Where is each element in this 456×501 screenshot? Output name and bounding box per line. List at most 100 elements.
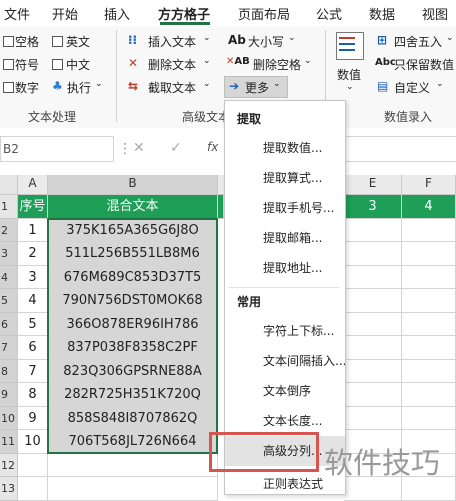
mixed-text-cell[interactable]: 375K165A365G6J8O xyxy=(48,218,218,242)
empty-cell[interactable] xyxy=(344,242,402,266)
mixed-text-cell[interactable]: 676M689C853D37T5 xyxy=(48,265,218,289)
header-cell-f[interactable]: 4 xyxy=(402,195,456,219)
row-header[interactable]: 9 xyxy=(0,383,18,407)
mixed-text-cell[interactable]: 366O878ER96IH786 xyxy=(48,312,218,336)
index-cell[interactable]: 2 xyxy=(18,242,48,266)
insert-function-icon[interactable]: fx xyxy=(207,140,218,154)
chevron-down-icon[interactable]: ⌄ xyxy=(203,33,211,43)
space-checkbox[interactable] xyxy=(3,36,14,47)
row-header[interactable]: 4 xyxy=(0,265,18,289)
numeric-button[interactable]: 数值 xyxy=(337,66,361,83)
insert-text-button[interactable]: 插入文本 xyxy=(148,33,196,50)
row-header[interactable]: 11 xyxy=(0,430,18,454)
mixed-text-cell[interactable]: 823Q306GPSRNE88A xyxy=(48,359,218,383)
index-cell[interactable]: 6 xyxy=(18,336,48,360)
select-all-corner[interactable] xyxy=(0,175,18,195)
tab-view[interactable]: 视图 xyxy=(422,4,448,23)
menu-item-extract-number[interactable]: 提取数值... xyxy=(225,133,345,163)
chevron-down-icon[interactable]: ⌄ xyxy=(288,33,296,43)
column-header-e[interactable]: E xyxy=(344,175,402,195)
row-header[interactable]: 7 xyxy=(0,336,18,360)
cancel-icon[interactable]: ✕ xyxy=(133,140,145,156)
tab-insert[interactable]: 插入 xyxy=(104,4,130,23)
empty-cell[interactable] xyxy=(402,289,456,313)
chevron-down-icon[interactable]: ⌄ xyxy=(304,56,312,66)
column-header-b[interactable]: B xyxy=(48,175,218,195)
chevron-down-icon[interactable]: ⌄ xyxy=(203,56,211,66)
empty-cell[interactable] xyxy=(344,265,402,289)
index-cell[interactable]: 7 xyxy=(18,359,48,383)
index-cell[interactable]: 5 xyxy=(18,312,48,336)
row-header[interactable]: 8 xyxy=(0,359,18,383)
more-button[interactable]: ➔ 更多 ⌄ xyxy=(224,76,288,98)
name-box[interactable]: B2 xyxy=(0,136,114,162)
empty-cell[interactable] xyxy=(344,336,402,360)
menu-item-extract-address[interactable]: 提取地址... xyxy=(225,253,345,283)
index-cell[interactable]: 9 xyxy=(18,406,48,430)
index-cell[interactable]: 3 xyxy=(18,265,48,289)
row-header[interactable]: 12 xyxy=(0,453,18,477)
symbol-checkbox[interactable] xyxy=(3,59,14,70)
empty-cell[interactable] xyxy=(344,359,402,383)
index-cell[interactable]: 8 xyxy=(18,383,48,407)
menu-item-extract-phone[interactable]: 提取手机号... xyxy=(225,193,345,223)
row-header[interactable]: 3 xyxy=(0,242,18,266)
menu-item-reverse-text[interactable]: 文本倒序 xyxy=(225,376,345,406)
mixed-text-cell[interactable]: 511L256B551LB8M6 xyxy=(48,242,218,266)
empty-cell[interactable] xyxy=(344,218,402,242)
empty-cell[interactable] xyxy=(344,312,402,336)
empty-cell[interactable] xyxy=(344,406,402,430)
empty-cell[interactable] xyxy=(402,242,456,266)
menu-item-extract-email[interactable]: 提取邮箱... xyxy=(225,223,345,253)
tab-fangfang[interactable]: 方方格子 xyxy=(158,4,210,23)
menu-item-interval-insert[interactable]: 文本间隔插入... xyxy=(225,346,345,376)
row-header[interactable]: 5 xyxy=(0,289,18,313)
column-header-a[interactable]: A xyxy=(18,175,48,195)
custom-button[interactable]: 自定义 xyxy=(394,79,430,96)
row-header[interactable]: 10 xyxy=(0,406,18,430)
row-header[interactable]: 1 xyxy=(0,195,18,219)
empty-cell[interactable] xyxy=(48,453,218,477)
menu-item-extract-formula[interactable]: 提取算式... xyxy=(225,163,345,193)
chevron-down-icon[interactable]: ⌄ xyxy=(203,79,211,89)
empty-cell[interactable] xyxy=(402,218,456,242)
empty-cell[interactable] xyxy=(402,383,456,407)
delete-space-button[interactable]: 删除空格 xyxy=(253,56,301,73)
mixed-text-cell[interactable]: 790N756DST0MOK68 xyxy=(48,289,218,313)
empty-cell[interactable] xyxy=(402,336,456,360)
header-cell-index[interactable]: 序号 xyxy=(18,195,48,219)
header-cell-mixed-text[interactable]: 混合文本 xyxy=(48,195,218,219)
empty-cell[interactable] xyxy=(344,383,402,407)
row-header[interactable]: 6 xyxy=(0,312,18,336)
confirm-icon[interactable]: ✓ xyxy=(170,140,182,156)
header-cell-e[interactable]: 3 xyxy=(344,195,402,219)
index-cell[interactable]: 10 xyxy=(18,430,48,454)
execute-dropdown-icon[interactable]: ⌄ xyxy=(95,79,103,89)
execute-button[interactable]: 执行 xyxy=(67,79,91,96)
tab-file[interactable]: 文件 xyxy=(4,4,30,23)
empty-cell[interactable] xyxy=(402,359,456,383)
empty-cell[interactable] xyxy=(402,312,456,336)
index-cell[interactable]: 4 xyxy=(18,289,48,313)
round-button[interactable]: 四舍五入 xyxy=(394,33,442,50)
case-button[interactable]: 大小写 xyxy=(248,33,284,50)
chevron-down-icon[interactable]: ⌄ xyxy=(436,79,444,89)
mixed-text-cell[interactable]: 706T568JL726N664 xyxy=(48,430,218,454)
tab-page-layout[interactable]: 页面布局 xyxy=(238,4,290,23)
number-checkbox[interactable] xyxy=(3,82,14,93)
cut-text-button[interactable]: 截取文本 xyxy=(148,79,196,96)
column-header-f[interactable]: F xyxy=(402,175,456,195)
tab-data[interactable]: 数据 xyxy=(369,4,395,23)
empty-cell[interactable] xyxy=(48,477,218,501)
delete-text-button[interactable]: 删除文本 xyxy=(148,56,196,73)
english-checkbox[interactable] xyxy=(52,36,63,47)
empty-cell[interactable] xyxy=(18,477,48,501)
chevron-down-icon[interactable]: ⌄ xyxy=(446,33,454,43)
mixed-text-cell[interactable]: 837P038F8358C2PF xyxy=(48,336,218,360)
chevron-down-icon[interactable]: ⌄ xyxy=(346,82,354,92)
row-header[interactable]: 2 xyxy=(0,218,18,242)
empty-cell[interactable] xyxy=(344,289,402,313)
tab-home[interactable]: 开始 xyxy=(52,4,78,23)
keep-numbers-button[interactable]: 只保留数值 xyxy=(394,56,454,73)
chinese-checkbox[interactable] xyxy=(52,59,63,70)
